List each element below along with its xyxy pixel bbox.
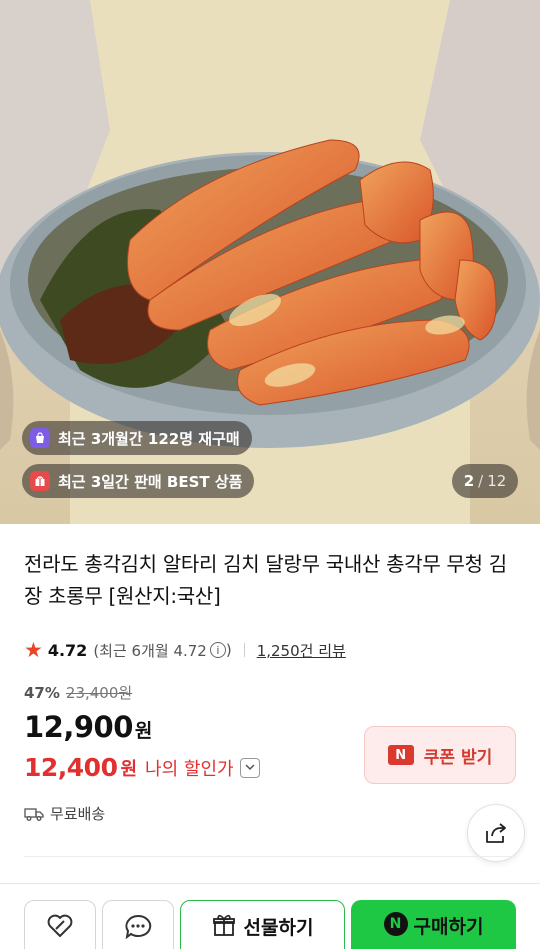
original-price: 23,400원 [65, 684, 133, 702]
coupon-button-label: 쿠폰 받기 [423, 747, 493, 768]
rating-recent: (최근 6개월 4.72 [93, 641, 207, 660]
share-icon [486, 823, 506, 843]
wishlist-button[interactable] [24, 900, 96, 949]
star-icon: ★ [24, 638, 43, 662]
coupon-button[interactable]: N 쿠폰 받기 [364, 726, 516, 784]
info-icon[interactable]: i [209, 642, 226, 658]
gift-icon [212, 914, 235, 936]
rating-score: 4.72 [47, 640, 88, 660]
current-page: 2 [463, 472, 475, 490]
rating-divider [243, 643, 245, 657]
heart-icon [47, 914, 73, 937]
my-price-label: 나의 할인가 [145, 758, 234, 780]
bottom-action-bar: 선물하기 N 구매하기 [0, 883, 540, 949]
best-seller-badge: 최근 3일간 판매 BEST 상품 [22, 464, 255, 498]
counter-separator: / [478, 472, 484, 490]
chat-button[interactable] [102, 900, 174, 949]
share-button[interactable] [467, 804, 525, 862]
repurchase-badge: 최근 3개월간 122명 재구매 [22, 421, 252, 455]
product-title: 전라도 총각김치 알타리 김치 달랑무 국내산 총각무 무청 김장 초롱무 [원… [24, 552, 507, 608]
rating-recent-close: ) [225, 641, 232, 659]
discount-row: 47% 23,400원 [24, 682, 132, 703]
review-count-link[interactable]: 1,250건 리뷰 [257, 640, 346, 661]
rating-row: ★ 4.72 (최근 6개월 4.72 i ) 1,250건 리뷰 [24, 638, 346, 662]
section-divider [24, 856, 516, 857]
shipping-text: 무료배송 [50, 805, 106, 823]
shipping-info: 무료배송 [24, 803, 105, 824]
naver-pay-logo: N [383, 912, 408, 936]
my-discount-price[interactable]: 12,400 원 나의 할인가 [24, 753, 260, 782]
chat-bubble-icon [125, 914, 152, 940]
truck-icon [24, 807, 44, 821]
gift-button-label: 선물하기 [243, 917, 314, 939]
my-price-value: 12,400 [24, 753, 118, 782]
sale-price-value: 12,900 [24, 710, 133, 744]
naver-coupon-logo: N [387, 745, 414, 765]
my-price-unit: 원 [120, 758, 138, 780]
sale-price: 12,900 원 [24, 710, 152, 744]
shopping-bag-icon [30, 428, 50, 448]
total-pages: 12 [487, 472, 507, 490]
repurchase-badge-text: 최근 3개월간 122명 재구매 [58, 429, 240, 448]
image-page-counter: 2 / 12 [452, 464, 518, 498]
buy-button[interactable]: N 구매하기 [351, 900, 516, 949]
buy-button-label: 구매하기 [413, 916, 484, 938]
best-seller-badge-text: 최근 3일간 판매 BEST 상품 [58, 472, 243, 491]
sale-price-unit: 원 [134, 720, 153, 742]
gift-button[interactable]: 선물하기 [180, 900, 345, 949]
discount-percent: 47% [24, 683, 60, 702]
chevron-down-icon[interactable] [239, 757, 260, 778]
product-image-carousel[interactable]: 최근 3개월간 122명 재구매 최근 3일간 판매 BEST 상품 2 / 1… [0, 0, 540, 524]
gift-box-icon [30, 471, 50, 491]
